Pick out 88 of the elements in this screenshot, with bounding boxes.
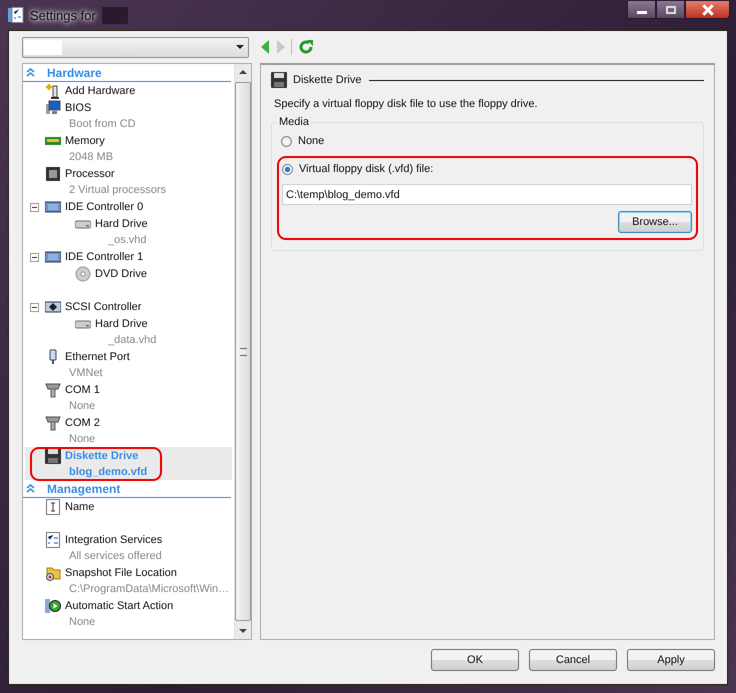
item-detail: _data.vhd (106, 333, 158, 348)
tree-item[interactable]: COM 2 None (25, 414, 232, 447)
item-label: Snapshot File Location (65, 567, 177, 579)
item-label: DVD Drive (95, 268, 147, 280)
tree-item[interactable]: Name (25, 498, 232, 531)
browse-button[interactable]: Browse... (618, 211, 692, 233)
item-detail: VMNet (68, 366, 104, 381)
scrollbar[interactable] (234, 64, 251, 639)
item-label: Automatic Start Action (65, 600, 174, 612)
tree-item[interactable]: Hard Drive _os.vhd (25, 215, 232, 248)
tree-item[interactable]: Hard Drive _data.vhd (25, 315, 232, 348)
computer-icon (45, 100, 61, 116)
item-label: COM 2 (65, 417, 100, 429)
item-detail: 2 Virtual processors (68, 183, 168, 198)
serial-port-icon (45, 382, 61, 398)
maximize-icon (666, 6, 676, 14)
tree-item[interactable]: Ethernet Port VMNet (25, 348, 232, 381)
add-hardware-icon (45, 83, 61, 99)
controller-icon (45, 299, 61, 315)
item-detail: Boot from CD (68, 117, 137, 132)
close-icon (700, 4, 714, 16)
processor-icon (45, 166, 61, 182)
panel-title: Diskette Drive (293, 74, 362, 86)
item-label: Memory (65, 135, 105, 147)
tree-item[interactable]: DVD Drive (25, 265, 232, 298)
disc-icon (75, 266, 91, 282)
collapse-toggle[interactable] (30, 252, 41, 262)
tree-item[interactable]: SCSI Controller (25, 298, 232, 315)
item-label: BIOS (65, 102, 92, 114)
item-detail: 2048 MB (68, 150, 114, 165)
item-detail: None (68, 399, 96, 414)
tree-item[interactable]: Automatic Start Action None (25, 597, 232, 630)
play-icon (45, 598, 61, 614)
folder-icon (45, 565, 61, 581)
item-label: COM 1 (65, 384, 100, 396)
item-label: IDE Controller 0 (65, 201, 144, 213)
item-detail: All services offered (68, 549, 163, 564)
settings-app-icon (8, 7, 24, 23)
text-cursor-icon (45, 499, 61, 515)
collapse-toggle[interactable] (30, 202, 41, 212)
controller-icon (45, 249, 61, 265)
dialog-button[interactable]: Cancel (529, 649, 617, 671)
item-detail: C:\ProgramData\Microsoft\Win… (68, 582, 230, 597)
item-label: Integration Services (65, 534, 162, 546)
serial-port-icon (45, 415, 61, 431)
tree-item[interactable]: IDE Controller 0 (25, 198, 232, 215)
tree-item[interactable]: IDE Controller 1 (25, 248, 232, 265)
radio-option[interactable]: Virtual floppy disk (.vfd) file: (282, 161, 692, 177)
item-label: SCSI Controller (65, 301, 142, 313)
refresh-icon (298, 39, 314, 55)
item-label: Add Hardware (65, 85, 136, 97)
dialog-button[interactable]: Apply (627, 649, 715, 671)
radio-option[interactable]: None (281, 133, 694, 149)
item-detail: None (68, 615, 96, 630)
maximize-button[interactable] (656, 0, 685, 19)
item-label: IDE Controller 1 (65, 251, 144, 263)
scroll-up-icon[interactable] (239, 70, 247, 74)
window-title: Settings for (30, 8, 96, 22)
checklist-icon (45, 532, 61, 548)
item-label: Hard Drive (95, 318, 148, 330)
collapse-toggle[interactable] (30, 302, 41, 312)
vm-selector-dropdown[interactable] (22, 36, 249, 58)
scroll-down-icon[interactable] (239, 629, 247, 633)
tree-item[interactable]: Memory 2048 MB (25, 132, 232, 165)
tree-item[interactable]: Snapshot File Location C:\ProgramData\Microsoft\Win… (25, 564, 232, 597)
tree-item[interactable]: Processor 2 Virtual processors (25, 165, 232, 198)
item-detail: _os.vhd (106, 233, 148, 248)
minimize-icon (636, 11, 646, 14)
redaction-block (102, 6, 128, 24)
minimize-button[interactable] (627, 0, 656, 19)
tree-item[interactable]: Integration Services All services offered (25, 531, 232, 564)
panel-description: Specify a virtual floppy disk file to use the floppy drive. (274, 98, 539, 110)
tree-item[interactable]: Add Hardware (25, 82, 232, 99)
close-button[interactable] (685, 0, 730, 19)
item-label: Processor (65, 168, 115, 180)
file-path-field[interactable]: C:\temp\blog_demo.vfd (282, 184, 692, 205)
item-label: Diskette Drive (65, 450, 138, 462)
tree-item[interactable]: BIOS Boot from CD (25, 99, 232, 132)
group-label: Media (278, 116, 310, 128)
item-label: Hard Drive (95, 218, 148, 230)
item-label: Name (65, 501, 94, 513)
tree-item[interactable]: COM 1 None (25, 381, 232, 414)
item-detail: blog_demo.vfd (68, 465, 148, 480)
item-detail: None (68, 432, 96, 447)
caret-icon (236, 45, 244, 49)
controller-icon (45, 199, 61, 215)
dialog-button[interactable]: OK (431, 649, 519, 671)
item-label: Ethernet Port (65, 351, 130, 363)
